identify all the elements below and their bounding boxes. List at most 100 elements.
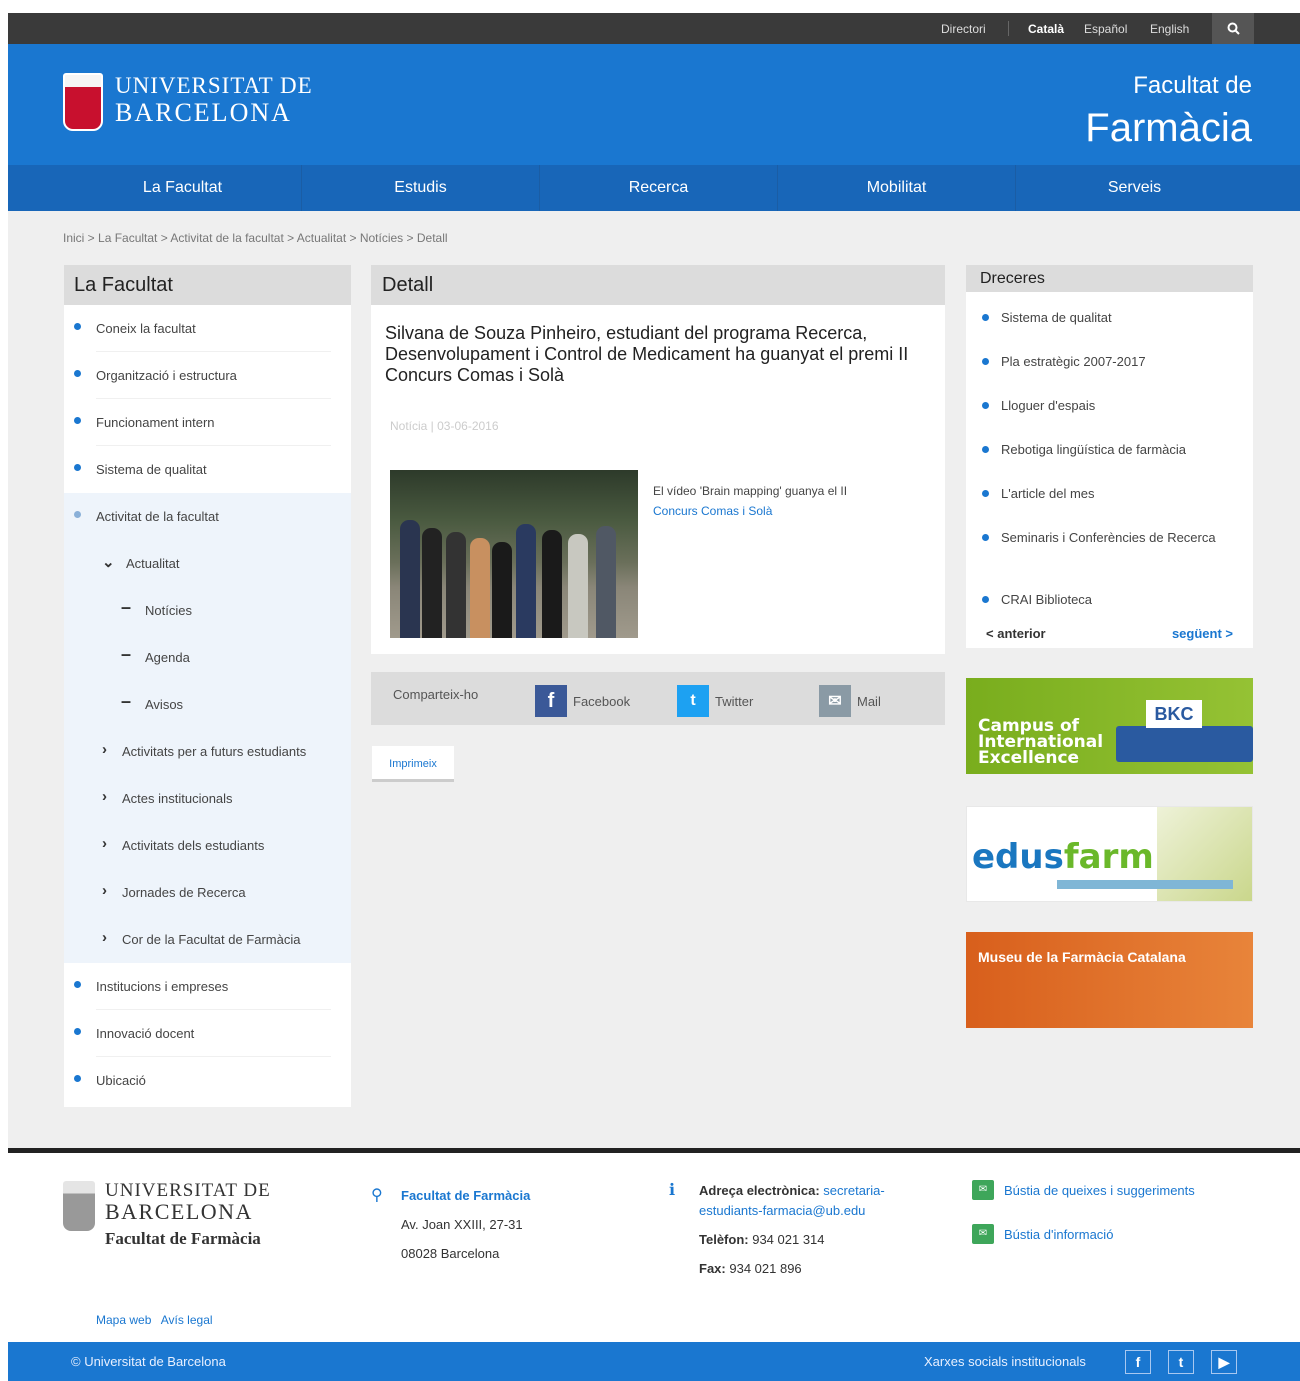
sidebar-item-label: Actes institucionals (122, 791, 233, 806)
phone-value: 934 021 314 (752, 1232, 825, 1247)
sidebar-subitem[interactable]: › Activitats per a futurs estudiants (64, 728, 351, 775)
sidebar-item-label: Sistema de qualitat (96, 462, 207, 477)
faculty-name[interactable]: Facultat de Farmàcia (1085, 72, 1252, 151)
sidebar-item-active[interactable]: Activitat de la facultat (64, 493, 351, 540)
print-button[interactable]: Imprimeix (372, 746, 454, 782)
edusfarm-banner[interactable]: edusfarm (966, 806, 1253, 902)
footer-logo-line-3: Facultat de Farmàcia (105, 1229, 261, 1248)
sidebar-item[interactable]: Innovació docent (64, 1010, 351, 1057)
sidebar-item-label: Activitats dels estudiants (122, 838, 265, 853)
shortcut-label: CRAI Biblioteca (1001, 592, 1093, 607)
info-mailbox-link[interactable]: ✉ Bústia d'informació (972, 1224, 1113, 1244)
footer-contact: ℹ Adreça electrònica: secretaria-estudia… (669, 1181, 929, 1279)
info-icon: ℹ (669, 1182, 676, 1199)
sidebar-item[interactable]: Institucions i empreses (64, 963, 351, 1010)
complaints-link[interactable]: ✉ Bústia de queixes i suggeriments (972, 1180, 1195, 1200)
caption-link[interactable]: Concurs Comas i Solà (653, 504, 772, 518)
sidebar-title: La Facultat (64, 265, 351, 305)
chevron-right-icon: › (102, 929, 107, 946)
shortcuts-panel: Dreceres Sistema de qualitat Pla estratè… (966, 265, 1253, 648)
share-bar: Comparteix-ho f Facebook t Twitter ✉ Mai… (371, 672, 945, 725)
fax-value: 934 021 896 (729, 1261, 802, 1276)
bullet-icon (74, 464, 81, 471)
pager-next-button[interactable]: següent > (1172, 626, 1233, 641)
nav-la-facultat[interactable]: La Facultat (64, 165, 301, 211)
faculty-name-line-1: Facultat de (1133, 72, 1252, 99)
sidebar-item-label: Organització i estructura (96, 368, 237, 383)
shortcut-label: Rebotiga lingüística de farmàcia (1001, 442, 1186, 457)
facebook-icon[interactable]: f (1125, 1350, 1151, 1374)
nav-estudis[interactable]: Estudis (302, 165, 539, 211)
sidebar-item-label: Activitat de la facultat (96, 509, 219, 524)
breadcrumb[interactable]: Inici > La Facultat > Activitat de la fa… (63, 231, 448, 245)
nav-serveis[interactable]: Serveis (1016, 165, 1253, 211)
twitter-icon[interactable]: t (1168, 1350, 1194, 1374)
share-twitter-button[interactable]: t Twitter (677, 685, 753, 717)
university-logo[interactable]: UNIVERSITAT DE BARCELONA (63, 73, 313, 131)
sidebar-subitem[interactable]: › Activitats dels estudiants (64, 822, 351, 869)
sidebar-item-label: Funcionament intern (96, 415, 215, 430)
pager-next-label: següent (1171, 626, 1222, 641)
sidebar-item-label: Cor de la Facultat de Farmàcia (122, 932, 301, 947)
sidebar-item-label: Notícies (145, 603, 192, 618)
mail-icon: ✉ (972, 1180, 994, 1200)
chevron-down-icon: ⌄ (102, 554, 115, 571)
photo-person (568, 534, 588, 638)
sidebar-subitem[interactable]: – Agenda (64, 634, 351, 681)
shortcut-label: Seminaris i Conferències de Recerca (1001, 530, 1216, 545)
email-label: Adreça electrònica: (699, 1183, 820, 1198)
sitemap-link[interactable]: Mapa web (96, 1313, 151, 1327)
lang-english-link[interactable]: English (1150, 22, 1189, 36)
article-title: Silvana de Souza Pinheiro, estudiant del… (385, 323, 909, 385)
sidebar-item-label: Institucions i empreses (96, 979, 229, 994)
footer-logo[interactable]: UNIVERSITAT DE BARCELONA Facultat de Far… (63, 1181, 271, 1249)
sidebar-item-label: Ubicació (96, 1073, 146, 1088)
museu-banner-text: Museu de la Farmàcia Catalana (978, 949, 1186, 965)
footer-address: ⚲ Facultat de Farmàcia Av. Joan XXIII, 2… (371, 1181, 530, 1268)
fax-label: Fax: (699, 1261, 726, 1276)
sidebar-item-label: Coneix la facultat (96, 321, 196, 336)
lang-catala-link[interactable]: Català (1028, 22, 1064, 36)
bkc-banner[interactable]: Campus of International Excellence BKC (966, 678, 1253, 774)
sidebar-item[interactable]: Ubicació (64, 1057, 351, 1104)
bullet-icon (982, 596, 989, 603)
chevron-right-icon: › (102, 882, 107, 899)
dash-icon: – (121, 644, 132, 664)
photo-person (516, 524, 536, 638)
footer-logo-line-2: BARCELONA (105, 1199, 253, 1224)
directori-link[interactable]: Directori (941, 22, 986, 36)
article-photo[interactable] (390, 470, 638, 638)
sidebar-subitem[interactable]: › Jornades de Recerca (64, 869, 351, 916)
sidebar-subitem[interactable]: – Avisos (64, 681, 351, 728)
youtube-icon[interactable]: ▶ (1211, 1350, 1237, 1374)
search-button[interactable] (1212, 13, 1254, 44)
bullet-icon (982, 490, 989, 497)
bullet-icon (982, 358, 989, 365)
photo-person (446, 532, 466, 638)
sidebar-item[interactable]: Sistema de qualitat (64, 446, 351, 493)
complaints-link-label: Bústia de queixes i suggeriments (1004, 1183, 1195, 1198)
article-caption: El vídeo 'Brain mapping' guanya el II Co… (653, 481, 913, 521)
sidebar-item[interactable]: Coneix la facultat (64, 305, 351, 352)
sidebar-item[interactable]: Organització i estructura (64, 352, 351, 399)
footer-logo-line-1: UNIVERSITAT DE (105, 1180, 271, 1201)
pager-prev-button[interactable]: < anterior (986, 626, 1046, 641)
sidebar-subitem[interactable]: – Notícies (64, 587, 351, 634)
legal-link[interactable]: Avís legal (161, 1313, 213, 1327)
footer-address-title[interactable]: Facultat de Farmàcia (401, 1181, 530, 1210)
search-icon (1227, 22, 1240, 35)
bullet-icon (74, 1028, 81, 1035)
nav-mobilitat[interactable]: Mobilitat (778, 165, 1015, 211)
sidebar-subitem[interactable]: › Actes institucionals (64, 775, 351, 822)
lang-espanol-link[interactable]: Español (1084, 22, 1127, 36)
phone-label: Telèfon: (699, 1232, 749, 1247)
edusfarm-logo-part-2: farm (1063, 837, 1154, 877)
nav-recerca[interactable]: Recerca (540, 165, 777, 211)
share-facebook-button[interactable]: f Facebook (535, 685, 630, 717)
sidebar-subitem[interactable]: › Cor de la Facultat de Farmàcia (64, 916, 351, 963)
shield-icon (63, 1181, 95, 1231)
sidebar-subitem[interactable]: ⌄ Actualitat (64, 540, 351, 587)
share-mail-button[interactable]: ✉ Mail (819, 685, 881, 717)
museu-banner[interactable]: Museu de la Farmàcia Catalana (966, 932, 1253, 1028)
sidebar-item[interactable]: Funcionament intern (64, 399, 351, 446)
